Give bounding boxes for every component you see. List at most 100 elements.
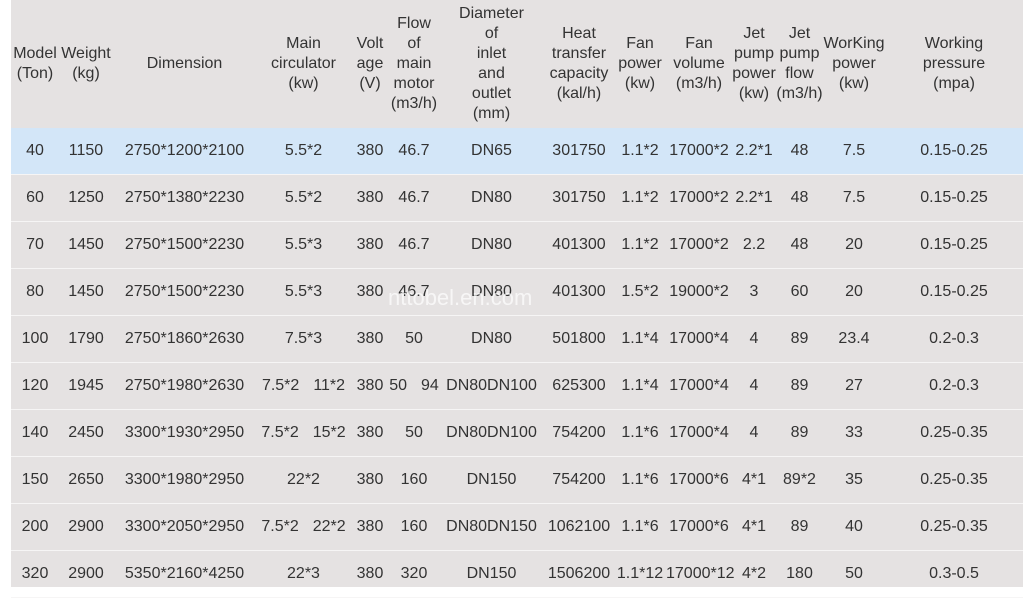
cell-working-power: 7.5 <box>823 128 885 175</box>
cell-fan-volume: 17000*4 <box>666 409 732 457</box>
table-row: 120 1945 2750*1980*2630 7.5*2 11*2 380 50 94 DN8… <box>11 362 1023 410</box>
table-row: 80 1450 2750*1500*2230 5.5*3 380 46.7 DN80 4013… <box>11 268 1023 316</box>
cell-value: 22*2 <box>312 518 346 535</box>
cell-value: DN80 <box>471 283 512 300</box>
header-working-pressure: Working pressure (mpa) <box>922 35 986 92</box>
cell-working-pressure: 0.25-0.35 <box>885 409 1023 457</box>
cell-model: 150 <box>11 456 59 504</box>
cell-value: 160 <box>400 518 428 535</box>
header-model: Model (Ton) <box>13 45 57 82</box>
table-body: 40 1150 2750*1200*2100 5.5*2 380 46.7 DN65 3017… <box>11 128 1023 598</box>
cell-weight: 1790 <box>59 315 113 363</box>
cell-weight: 1250 <box>59 174 113 222</box>
cell-jet-pump-power: 4 <box>732 409 776 457</box>
cell-value: DN80 <box>446 424 488 441</box>
cell-diameter: DN80DN100 <box>439 409 544 457</box>
table-row: 140 2450 3300*1930*2950 7.5*2 15*2 380 50 DN80D… <box>11 409 1023 457</box>
cell-value: DN100 <box>487 377 537 394</box>
header-fan-power: Fan power (kw) <box>618 35 662 92</box>
cell-value: 320 <box>400 565 428 582</box>
cell-diameter: DN80DN100 <box>439 362 544 410</box>
cell-weight: 1450 <box>59 221 113 269</box>
cell-diameter: DN80DN150 <box>439 503 544 551</box>
cell-value: 50 <box>389 377 407 394</box>
cell-main-circulator: 7.5*2 11*2 <box>256 362 351 410</box>
cell-jet-pump-flow: 89 <box>776 315 823 363</box>
header-jet-pump-power: Jet pump power (kw) <box>732 25 776 102</box>
table-row: 100 1790 2750*1860*2630 7.5*3 380 50 DN80 50180… <box>11 315 1023 363</box>
cell-dimension: 2750*1500*2230 <box>113 221 256 269</box>
cell-diameter: DN150 <box>439 550 544 598</box>
cell-fan-power: 1.1*6 <box>614 503 666 551</box>
header-dimension: Dimension <box>146 55 223 72</box>
cell-working-pressure: 0.3-0.5 <box>885 550 1023 598</box>
cell-heat-transfer: 754200 <box>544 409 614 457</box>
cell-fan-volume: 17000*6 <box>666 456 732 504</box>
cell-main-circulator: 5.5*2 <box>256 174 351 222</box>
header-jet-pump-flow: Jet pump flow (m3/h) <box>776 25 823 102</box>
header-voltage: Volt age (V) <box>356 35 384 92</box>
cell-fan-volume: 17000*12 <box>666 550 735 598</box>
cell-flow-main-motor: 46.7 <box>389 221 439 269</box>
header-fan-volume: Fan volume (m3/h) <box>673 35 725 92</box>
cell-value: 7.5*2 <box>261 377 300 394</box>
cell-fan-volume: 17000*2 <box>666 174 732 222</box>
cell-voltage: 380 <box>351 268 389 316</box>
cell-main-circulator: 22*2 <box>256 456 351 504</box>
cell-value: DN150 <box>466 565 517 582</box>
cell-weight: 1945 <box>59 362 113 410</box>
cell-dimension: 2750*1980*2630 <box>113 362 256 410</box>
cell-value: 7.5*2 <box>261 424 299 441</box>
cell-dimension: 2750*1200*2100 <box>113 128 256 175</box>
cell-model: 100 <box>11 315 59 363</box>
cell-heat-transfer: 754200 <box>544 456 614 504</box>
cell-working-pressure: 0.15-0.25 <box>885 174 1023 222</box>
cell-working-pressure: 0.15-0.25 <box>885 128 1023 175</box>
cell-model: 60 <box>11 174 59 222</box>
cell-flow-main-motor: 50 <box>389 409 439 457</box>
cell-value: DN150 <box>466 471 517 488</box>
cell-model: 40 <box>11 128 59 175</box>
cell-value: DN80 <box>471 236 512 253</box>
cell-jet-pump-power: 2.2 <box>732 221 776 269</box>
cell-value: 15*2 <box>312 424 346 441</box>
cell-value: 94 <box>421 377 439 394</box>
cell-value: 160 <box>400 471 428 488</box>
cell-jet-pump-power: 4*1 <box>732 503 776 551</box>
cell-working-power: 40 <box>823 503 885 551</box>
cell-voltage: 380 <box>351 550 389 598</box>
cell-fan-volume: 17000*4 <box>666 362 732 410</box>
cell-voltage: 380 <box>351 503 389 551</box>
cell-fan-power: 1.1*6 <box>614 409 666 457</box>
cell-jet-pump-flow: 48 <box>776 174 823 222</box>
cell-value: 5.5*3 <box>284 283 323 300</box>
cell-main-circulator: 7.5*2 15*2 <box>256 409 351 457</box>
cell-value: 46.7 <box>398 142 430 159</box>
cell-model: 70 <box>11 221 59 269</box>
header-row: Model (Ton) Weight (kg) Dimension Main circ… <box>11 0 1023 128</box>
cell-fan-power: 1.5*2 <box>614 268 666 316</box>
header-working-power: WorKing power (kw) <box>823 35 885 92</box>
cell-value: 50 <box>405 424 423 441</box>
cell-dimension: 2750*1860*2630 <box>113 315 256 363</box>
spec-table: Model (Ton) Weight (kg) Dimension Main circ… <box>11 0 1023 598</box>
cell-model: 320 <box>11 550 59 598</box>
cell-heat-transfer: 301750 <box>544 174 614 222</box>
cell-heat-transfer: 501800 <box>544 315 614 363</box>
cell-working-pressure: 0.15-0.25 <box>885 221 1023 269</box>
cell-fan-power: 1.1*2 <box>614 174 666 222</box>
header-main-circulator: Main circulator (kw) <box>271 35 336 92</box>
cell-heat-transfer: 401300 <box>544 268 614 316</box>
table-row: 200 2900 3300*2050*2950 7.5*2 22*2 380 160 DN80… <box>11 503 1023 551</box>
cell-dimension: 5350*2160*4250 <box>113 550 256 598</box>
cell-weight: 1150 <box>59 128 113 175</box>
cell-fan-power: 1.1*12 <box>614 550 666 598</box>
cell-main-circulator: 22*3 <box>256 550 351 598</box>
cell-jet-pump-power: 4 <box>732 315 776 363</box>
cell-fan-volume: 17000*4 <box>666 315 732 363</box>
cell-value: 22*3 <box>287 565 320 582</box>
cell-flow-main-motor: 46.7 <box>389 174 439 222</box>
cell-value: 11*2 <box>313 377 346 394</box>
cell-jet-pump-power: 2.2*1 <box>732 128 776 175</box>
cell-heat-transfer: 1062100 <box>544 503 614 551</box>
